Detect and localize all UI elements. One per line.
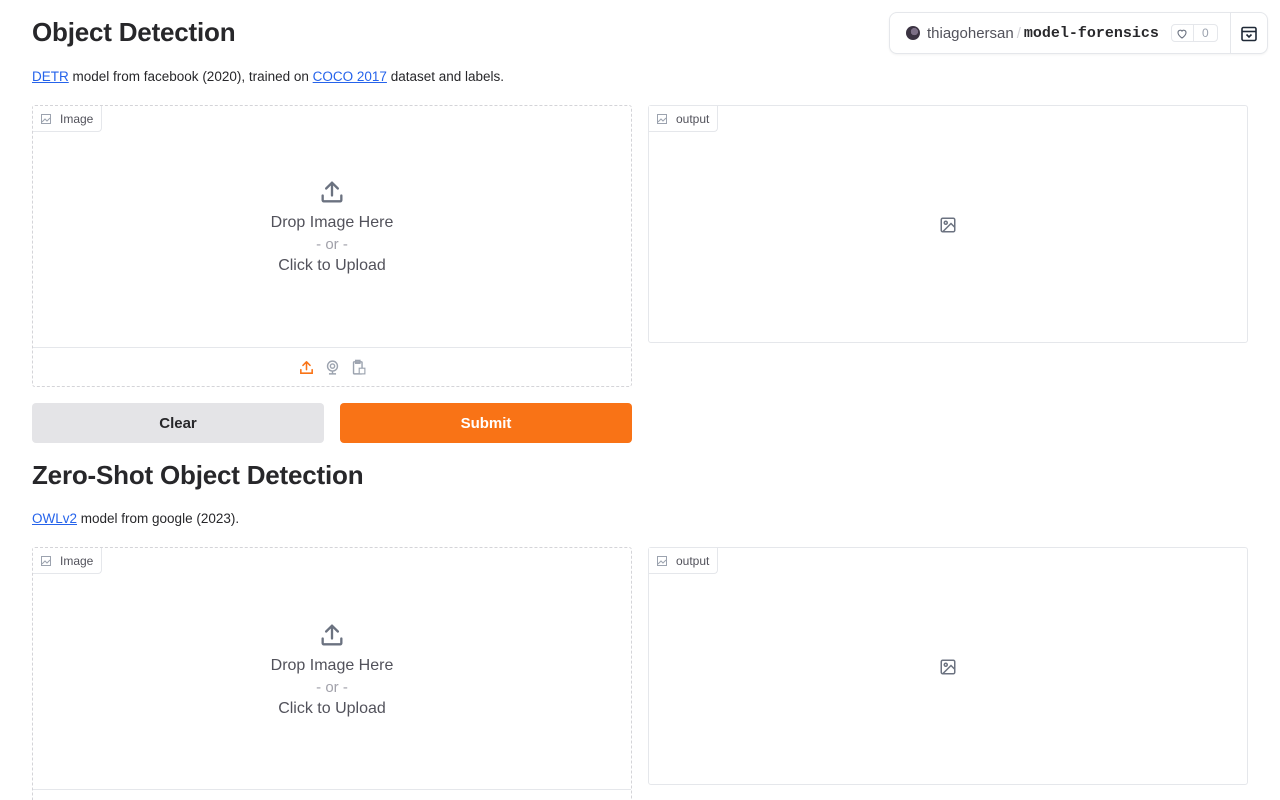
drop-zone[interactable]: Drop Image Here - or - Click to Upload (33, 178, 631, 275)
upload-icon (321, 624, 343, 646)
clipboard-icon[interactable] (350, 359, 367, 376)
image-upload-panel[interactable]: Image Drop Image Here - or - Click to Up… (32, 547, 632, 800)
or-text: - or - (316, 679, 348, 696)
heart-icon (1172, 25, 1194, 41)
source-toolbar (33, 347, 631, 387)
output-panel: output (648, 105, 1248, 343)
like-count: 0 (1201, 26, 1209, 40)
image-label-text: Image (60, 553, 94, 568)
path-separator: / (1016, 24, 1021, 42)
drop-zone[interactable]: Drop Image Here - or - Click to Upload (33, 621, 631, 718)
output-label: output (649, 106, 719, 132)
section-title-object-detection: Object Detection (32, 17, 236, 47)
desc-text-end: dataset and labels. (386, 69, 505, 84)
space-name-link[interactable]: model-forensics (1024, 25, 1159, 42)
submit-button[interactable]: Submit (340, 403, 632, 443)
space-owner-link[interactable]: thiagohersan (927, 25, 1014, 42)
desc-text: model from facebook (2020), trained on (68, 69, 313, 84)
click-to-upload-text: Click to Upload (278, 700, 386, 717)
webcam-icon[interactable] (324, 359, 341, 376)
image-icon (657, 113, 667, 124)
output-panel: output (648, 547, 1248, 785)
owner-avatar[interactable] (906, 26, 920, 40)
upload-icon[interactable] (298, 359, 315, 376)
desc-text: model from google (2023). (77, 511, 240, 526)
drop-image-text: Drop Image Here (270, 657, 394, 674)
image-input-label: Image (33, 106, 103, 132)
output-label-text: output (676, 553, 710, 568)
section-title-zero-shot: Zero-Shot Object Detection (32, 460, 364, 490)
upload-icon (321, 181, 343, 203)
image-upload-panel[interactable]: Image Drop Image Here - or - Click to Up… (32, 105, 632, 387)
section-description: DETR model from facebook (2020), trained… (32, 69, 504, 84)
image-placeholder-icon (939, 216, 957, 239)
like-button[interactable]: 0 (1170, 24, 1218, 42)
source-toolbar (33, 789, 631, 800)
image-icon (657, 555, 667, 566)
clear-button[interactable]: Clear (32, 403, 324, 443)
image-icon (41, 113, 51, 124)
click-to-upload-text: Click to Upload (278, 257, 386, 274)
detr-link[interactable]: DETR (32, 69, 69, 84)
output-label-text: output (676, 111, 710, 126)
collapse-icon[interactable] (1240, 25, 1258, 48)
output-label: output (649, 548, 719, 574)
coco-link[interactable]: COCO 2017 (313, 69, 387, 84)
badge-divider (1230, 13, 1231, 53)
image-placeholder-icon (939, 658, 957, 681)
owlv2-link[interactable]: OWLv2 (32, 511, 77, 526)
image-icon (41, 555, 51, 566)
image-input-label: Image (33, 548, 103, 574)
image-label-text: Image (60, 111, 94, 126)
space-badge: thiagohersan / model-forensics 0 (889, 12, 1268, 54)
or-text: - or - (316, 236, 348, 253)
section-description: OWLv2 model from google (2023). (32, 511, 239, 526)
drop-image-text: Drop Image Here (270, 214, 394, 231)
